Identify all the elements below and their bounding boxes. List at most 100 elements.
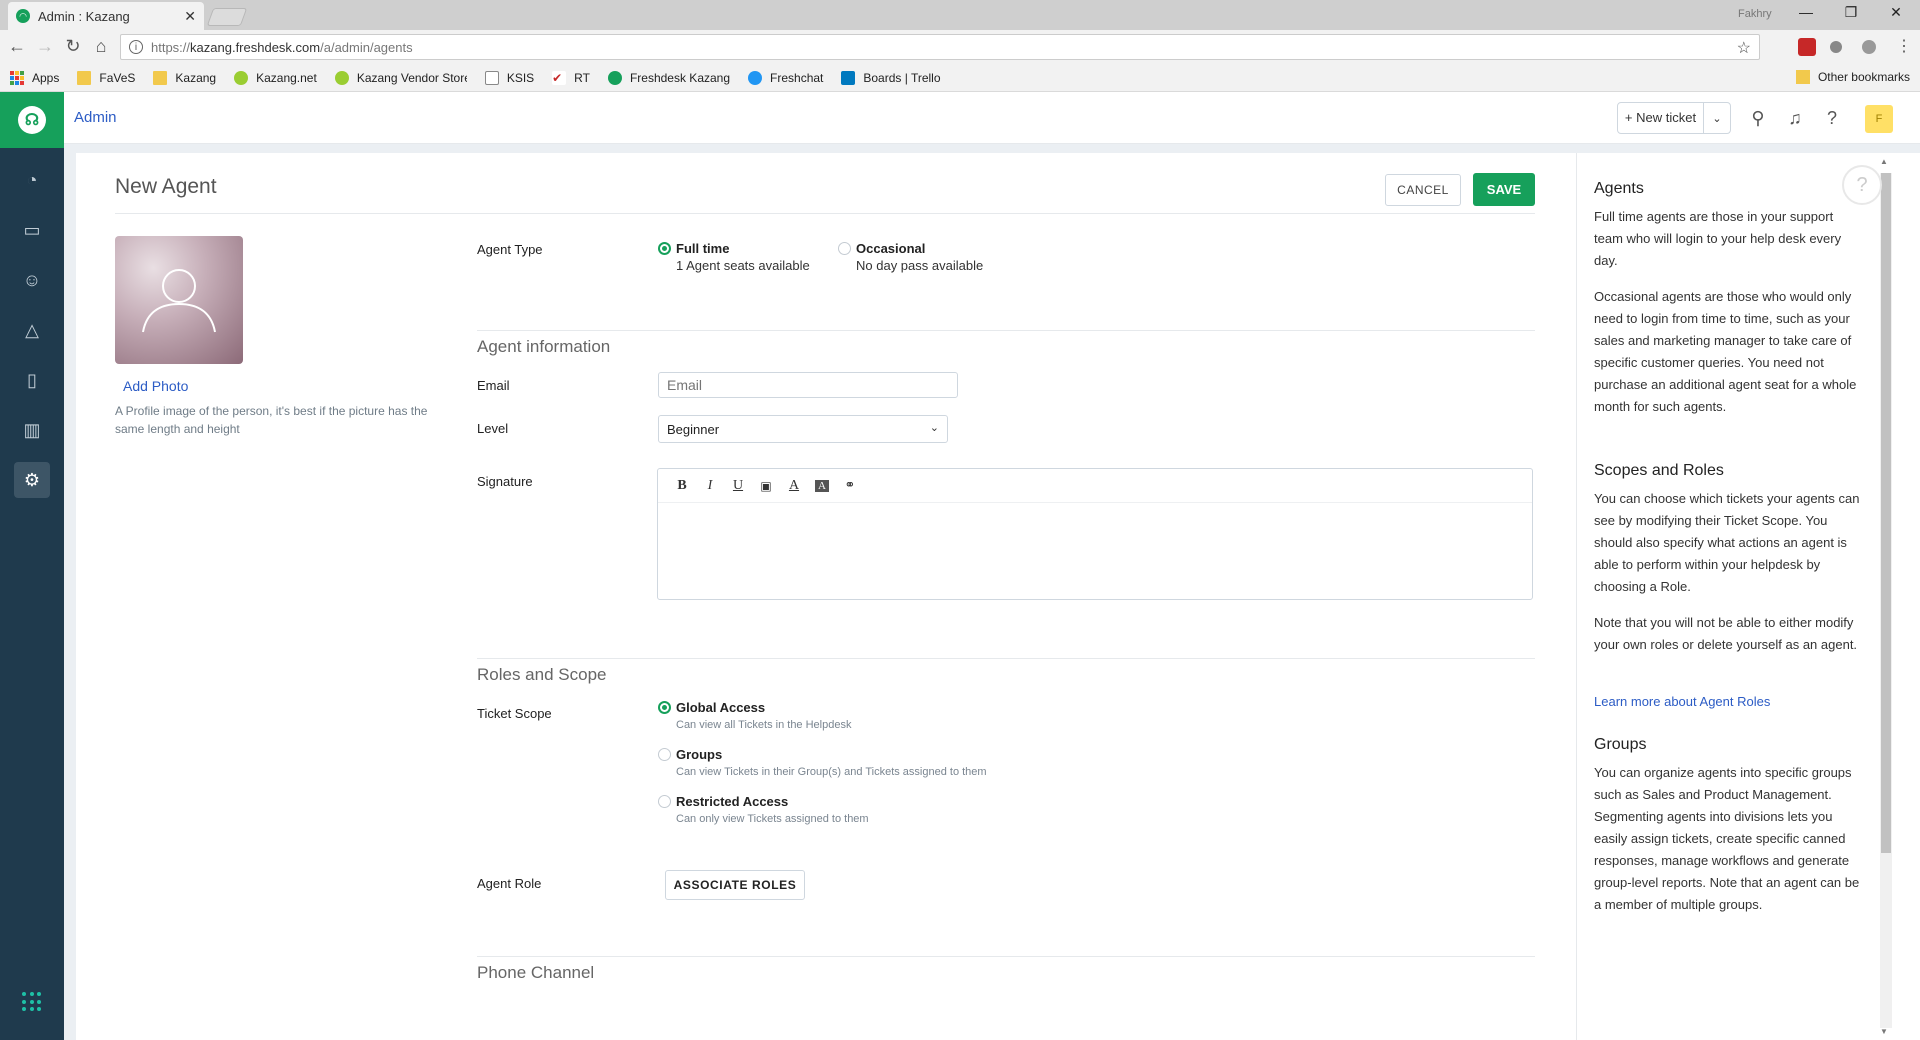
admin-gear-icon[interactable]: ⚙	[14, 462, 50, 498]
freshchat-icon	[748, 70, 763, 85]
minimize-icon[interactable]: —	[1786, 4, 1826, 20]
tab-close-icon[interactable]: ✕	[184, 8, 196, 25]
restricted-access-title: Restricted Access	[676, 794, 789, 809]
help-scopes-p2: Note that you will not be able to either…	[1594, 615, 1858, 652]
kazang-icon	[334, 70, 349, 85]
help-icon[interactable]: ?	[1820, 106, 1844, 130]
bold-icon[interactable]: B	[668, 478, 696, 494]
app-sidebar: ☊ ◔ ▭ ☺ △ ▯ ▥ ⚙	[0, 92, 64, 1040]
email-field[interactable]	[658, 372, 958, 398]
contacts-icon[interactable]: ☺	[14, 262, 50, 298]
level-select[interactable]: Beginner ⌄	[658, 415, 948, 443]
save-button[interactable]: SAVE	[1473, 173, 1535, 206]
back-icon[interactable]: ←	[5, 36, 29, 57]
signature-editor[interactable]: B I U ▣ A A ⚭	[657, 468, 1533, 600]
bookmark-faves[interactable]: FaVeS	[77, 70, 135, 85]
bookmark-ksis[interactable]: KSIS	[484, 70, 534, 85]
occasional-sub: No day pass available	[856, 258, 984, 273]
restricted-access-sub: Can only view Tickets assigned to them	[676, 813, 869, 825]
reload-icon[interactable]: ↻	[61, 36, 85, 57]
agent-info-title: Agent information	[477, 337, 611, 356]
scrollbar[interactable]: ▲ ▼	[1876, 153, 1920, 1040]
apps-grid-icon[interactable]	[22, 992, 42, 1012]
level-value: Beginner	[667, 421, 720, 437]
help-groups-p1: You can organize agents into specific gr…	[1594, 765, 1860, 912]
trello-icon	[841, 70, 856, 85]
freshdesk-logo[interactable]: ☊	[0, 92, 64, 148]
add-photo-link[interactable]: Add Photo	[123, 378, 188, 394]
pdf-extension-icon[interactable]	[1798, 38, 1816, 56]
bookmark-label: RT	[574, 70, 590, 85]
phone-channel-title: Phone Channel	[477, 963, 595, 982]
scroll-down-icon[interactable]: ▼	[1880, 1027, 1888, 1036]
global-access-radio[interactable]	[658, 701, 671, 714]
home-icon[interactable]: ⌂	[89, 36, 113, 57]
url-path: /a/admin/agents	[320, 39, 413, 55]
notification-bell-icon[interactable]: ♫	[1783, 106, 1807, 130]
profile-photo[interactable]	[115, 236, 243, 364]
learn-more-agent-roles-link[interactable]: Learn more about Agent Roles	[1594, 694, 1770, 709]
full-time-title: Full time	[676, 241, 730, 256]
help-scopes-title: Scopes and Roles	[1594, 462, 1724, 479]
site-info-icon[interactable]: i	[129, 40, 143, 54]
address-bar[interactable]: i https://kazang.freshdesk.com/a/admin/a…	[120, 34, 1760, 60]
tickets-icon[interactable]: ▭	[14, 212, 50, 248]
avatar[interactable]: F	[1865, 105, 1893, 133]
social-icon[interactable]: △	[14, 312, 50, 348]
bookmark-kazang[interactable]: Kazang	[153, 70, 216, 85]
new-ticket-label[interactable]: + New ticket	[1618, 103, 1704, 133]
solutions-book-icon[interactable]: ▯	[14, 362, 50, 398]
font-color-icon[interactable]: A	[780, 478, 808, 494]
reports-icon[interactable]: ▥	[14, 412, 50, 448]
bookmark-trello[interactable]: Boards | Trello	[841, 70, 941, 85]
bookmark-star-icon[interactable]: ☆	[1737, 38, 1751, 58]
editor-toolbar: B I U ▣ A A ⚭	[658, 469, 1532, 503]
dashboard-icon[interactable]: ◔	[14, 162, 50, 198]
groups-radio[interactable]	[658, 748, 671, 761]
browser-toolbar: ← → ↻ ⌂ i https://kazang.freshdesk.com/a…	[0, 30, 1920, 64]
photo-hint: A Profile image of the person, it's best…	[115, 404, 428, 436]
insert-image-icon[interactable]: ▣	[752, 479, 780, 493]
breadcrumb[interactable]: Admin	[74, 109, 117, 126]
underline-icon[interactable]: U	[724, 478, 752, 494]
bookmark-rt[interactable]: ✔ RT	[552, 70, 590, 85]
bookmark-kazang-net[interactable]: Kazang.net	[234, 70, 317, 85]
extension-2-icon[interactable]	[1862, 40, 1876, 54]
new-tab-button[interactable]	[206, 8, 248, 26]
extension-icon[interactable]	[1830, 41, 1842, 53]
cancel-button[interactable]: CANCEL	[1385, 174, 1461, 206]
help-widget-icon[interactable]: ?	[1842, 165, 1882, 205]
bookmark-kazang-vendor-store[interactable]: Kazang Vendor Store	[334, 70, 467, 85]
signature-label: Signature	[477, 474, 533, 489]
background-color-icon[interactable]: A	[815, 479, 829, 492]
restricted-access-radio[interactable]	[658, 795, 671, 808]
level-label: Level	[477, 421, 509, 436]
chevron-down-icon[interactable]: ⌄	[1704, 112, 1730, 125]
scroll-thumb[interactable]	[1881, 173, 1891, 853]
restore-icon[interactable]: ❐	[1831, 4, 1871, 21]
bookmark-apps[interactable]: Apps	[10, 70, 59, 85]
occasional-radio[interactable]	[838, 242, 851, 255]
search-icon[interactable]: ⚲	[1746, 106, 1770, 130]
help-groups-title: Groups	[1594, 736, 1647, 753]
forward-icon[interactable]: →	[33, 36, 57, 57]
other-bookmarks[interactable]: Other bookmarks	[1795, 70, 1910, 84]
bookmark-label: Kazang Vendor Store	[356, 70, 467, 85]
associate-roles-button[interactable]: ASSOCIATE ROLES	[665, 870, 805, 900]
italic-icon[interactable]: I	[696, 478, 724, 494]
browser-menu-icon[interactable]: ⋮	[1892, 36, 1916, 56]
full-time-radio[interactable]	[658, 242, 671, 255]
rt-icon: ✔	[552, 70, 567, 85]
url-protocol: https://	[151, 39, 191, 55]
browser-tab[interactable]: ◠ Admin : Kazang ✕	[8, 2, 204, 30]
scroll-up-icon[interactable]: ▲	[1880, 157, 1888, 166]
bookmark-freshdesk-kazang[interactable]: Freshdesk Kazang	[607, 70, 730, 85]
link-icon[interactable]: ⚭	[836, 478, 864, 493]
new-ticket-button[interactable]: + New ticket ⌄	[1617, 102, 1731, 134]
window-close-icon[interactable]: ✕	[1876, 4, 1916, 21]
groups-sub: Can view Tickets in their Group(s) and T…	[676, 766, 987, 778]
folder-icon	[1795, 70, 1810, 84]
freshdesk-favicon-icon: ◠	[16, 9, 30, 23]
page-title: New Agent	[115, 175, 217, 198]
bookmark-freshchat[interactable]: Freshchat	[748, 70, 823, 85]
